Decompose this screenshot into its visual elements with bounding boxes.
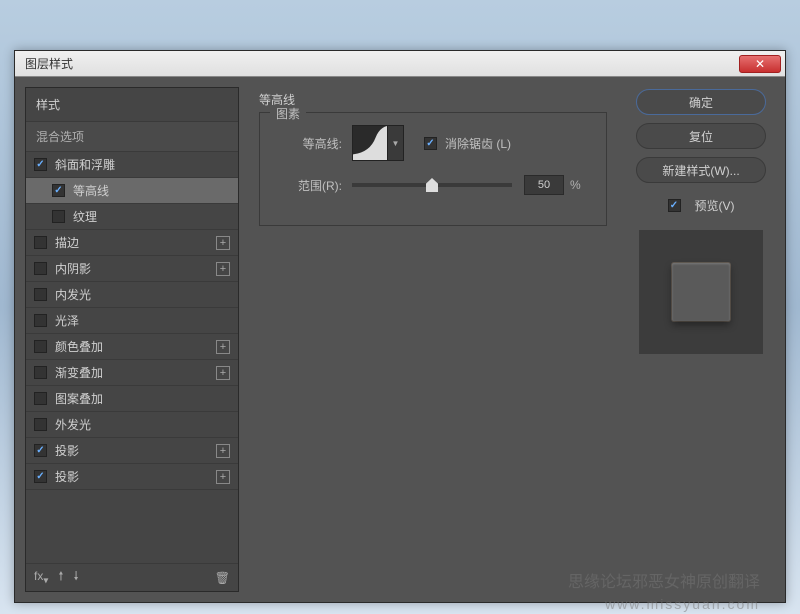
- range-row: 范围(R): %: [274, 175, 592, 195]
- preview-checkbox[interactable]: [668, 199, 681, 212]
- style-item[interactable]: 斜面和浮雕: [26, 152, 238, 178]
- range-input[interactable]: [524, 175, 564, 195]
- style-checkbox[interactable]: [34, 418, 47, 431]
- style-label: 内阴影: [55, 260, 91, 277]
- style-label: 内发光: [55, 286, 91, 303]
- style-item[interactable]: 图案叠加: [26, 386, 238, 412]
- style-label: 外发光: [55, 416, 91, 433]
- preview-label: 预览(V): [695, 197, 735, 214]
- style-item[interactable]: 描边 +: [26, 230, 238, 256]
- style-label: 等高线: [73, 182, 109, 199]
- style-item[interactable]: 渐变叠加 +: [26, 360, 238, 386]
- style-label: 渐变叠加: [55, 364, 103, 381]
- preview-box: [639, 230, 763, 354]
- fx-icon[interactable]: fx▾: [34, 569, 48, 586]
- style-label: 描边: [55, 234, 79, 251]
- style-item[interactable]: 投影 +: [26, 464, 238, 490]
- style-label: 投影: [55, 468, 79, 485]
- range-slider[interactable]: [352, 183, 512, 187]
- fieldset-legend: 图素: [270, 105, 306, 122]
- style-item[interactable]: 投影 +: [26, 438, 238, 464]
- chevron-down-icon: ▼: [392, 139, 400, 148]
- settings-panel: 等高线 图素 等高线: ▼ 消除锯齿 (L): [249, 87, 617, 592]
- style-checkbox[interactable]: [34, 392, 47, 405]
- style-item[interactable]: 外发光: [26, 412, 238, 438]
- close-button[interactable]: ✕: [739, 55, 781, 73]
- preview-swatch: [672, 263, 730, 321]
- contour-row: 等高线: ▼ 消除锯齿 (L): [274, 125, 592, 161]
- style-item[interactable]: 光泽: [26, 308, 238, 334]
- style-label: 纹理: [73, 208, 97, 225]
- close-icon: ✕: [755, 57, 765, 71]
- right-panel: 确定 复位 新建样式(W)... 预览(V): [627, 87, 775, 592]
- contour-curve-icon: [353, 126, 387, 160]
- contour-label: 等高线:: [274, 135, 342, 152]
- add-effect-icon[interactable]: +: [216, 340, 230, 354]
- style-checkbox[interactable]: [34, 366, 47, 379]
- elements-fieldset: 图素 等高线: ▼ 消除锯齿 (L) 范围(R):: [259, 112, 607, 226]
- add-effect-icon[interactable]: +: [216, 236, 230, 250]
- style-checkbox[interactable]: [34, 288, 47, 301]
- range-slider-thumb[interactable]: [426, 178, 438, 192]
- titlebar[interactable]: 图层样式 ✕: [15, 51, 785, 77]
- add-effect-icon[interactable]: +: [216, 444, 230, 458]
- move-up-icon[interactable]: 🠕: [58, 567, 63, 588]
- window-title: 图层样式: [25, 55, 73, 72]
- styles-list-panel: 样式 混合选项 斜面和浮雕等高线纹理描边 + 内阴影 + 内发光光泽颜色叠加 + 渐变叠加 +…: [25, 87, 239, 592]
- style-item[interactable]: 内阴影 +: [26, 256, 238, 282]
- style-label: 斜面和浮雕: [55, 156, 115, 173]
- preview-toggle[interactable]: 预览(V): [668, 197, 735, 214]
- style-label: 图案叠加: [55, 390, 103, 407]
- style-checkbox[interactable]: [34, 262, 47, 275]
- style-item[interactable]: 等高线: [26, 178, 238, 204]
- ok-button[interactable]: 确定: [636, 89, 766, 115]
- style-item[interactable]: 颜色叠加 +: [26, 334, 238, 360]
- style-checkbox[interactable]: [34, 470, 47, 483]
- style-item[interactable]: 纹理: [26, 204, 238, 230]
- style-checkbox[interactable]: [34, 340, 47, 353]
- antialias-label: 消除锯齿 (L): [445, 135, 511, 152]
- add-effect-icon[interactable]: +: [216, 262, 230, 276]
- settings-title: 等高线: [259, 91, 607, 108]
- range-unit: %: [570, 178, 581, 192]
- dialog-content: 样式 混合选项 斜面和浮雕等高线纹理描边+内阴影+内发光光泽颜色叠加+渐变叠加+…: [15, 77, 785, 602]
- add-effect-icon[interactable]: +: [216, 366, 230, 380]
- contour-dropdown-arrow[interactable]: ▼: [388, 125, 404, 161]
- add-effect-icon[interactable]: +: [216, 470, 230, 484]
- new-style-button[interactable]: 新建样式(W)...: [636, 157, 766, 183]
- range-label: 范围(R):: [274, 177, 342, 194]
- style-label: 投影: [55, 442, 79, 459]
- antialias-checkbox[interactable]: [424, 137, 437, 150]
- blending-options[interactable]: 混合选项: [26, 122, 238, 152]
- style-label: 颜色叠加: [55, 338, 103, 355]
- layer-style-dialog: 图层样式 ✕ 样式 混合选项 斜面和浮雕等高线纹理描边+内阴影+内发光光泽颜色叠…: [14, 50, 786, 603]
- style-checkbox[interactable]: [52, 184, 65, 197]
- style-label: 光泽: [55, 312, 79, 329]
- style-checkbox[interactable]: [34, 314, 47, 327]
- style-item[interactable]: 内发光: [26, 282, 238, 308]
- style-checkbox[interactable]: [34, 158, 47, 171]
- styles-header: 样式: [26, 88, 238, 122]
- trash-icon[interactable]: 🗑: [215, 571, 230, 585]
- style-checkbox[interactable]: [34, 444, 47, 457]
- move-down-icon[interactable]: 🠗: [74, 567, 79, 588]
- style-checkbox[interactable]: [34, 236, 47, 249]
- contour-picker[interactable]: [352, 125, 388, 161]
- style-checkbox[interactable]: [52, 210, 65, 223]
- styles-footer: fx▾ 🠕 🠗 🗑: [26, 563, 238, 591]
- cancel-button[interactable]: 复位: [636, 123, 766, 149]
